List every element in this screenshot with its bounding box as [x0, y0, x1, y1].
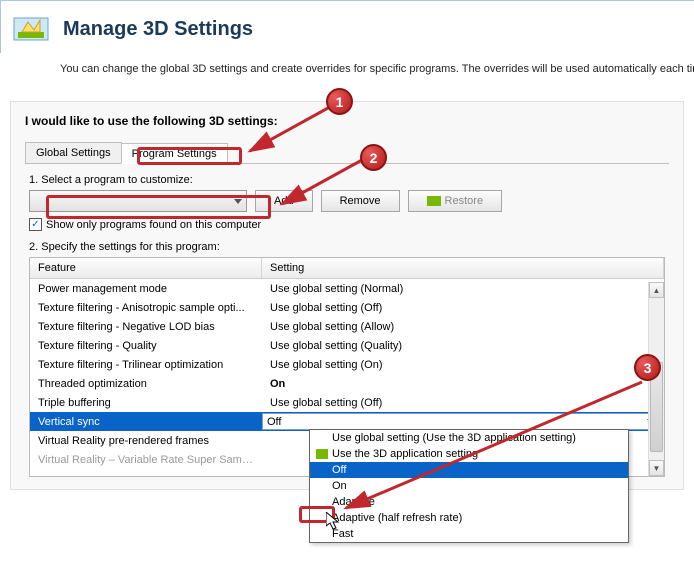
annotation-callout-3: 3	[634, 354, 661, 381]
table-header: Feature Setting	[30, 258, 664, 279]
header-bar: Manage 3D Settings	[0, 0, 694, 53]
nvidia-logo-icon	[316, 449, 328, 459]
step2-label: 2. Specify the settings for this program…	[29, 241, 669, 253]
col-setting[interactable]: Setting	[262, 258, 664, 278]
vertical-sync-dropdown-menu: Use global setting (Use the 3D applicati…	[309, 429, 629, 543]
dropdown-option[interactable]: On	[310, 478, 628, 494]
nvidia-logo-icon	[427, 196, 441, 206]
table-row[interactable]: Triple bufferingUse global setting (Off)	[30, 393, 664, 412]
program-select-dropdown[interactable]	[29, 190, 247, 212]
step1-label: 1. Select a program to customize:	[29, 174, 669, 186]
dropdown-option-highlighted[interactable]: Off	[310, 462, 628, 478]
restore-button[interactable]: Restore	[408, 190, 503, 212]
nvidia-3d-icon	[11, 9, 51, 49]
dropdown-option[interactable]: Adaptive (half refresh rate)	[310, 510, 628, 526]
cursor-icon	[326, 512, 342, 532]
restore-label: Restore	[445, 195, 484, 207]
table-row[interactable]: Texture filtering - QualityUse global se…	[30, 336, 664, 355]
annotation-callout-1: 1	[326, 88, 353, 115]
tab-global-settings[interactable]: Global Settings	[25, 142, 122, 163]
table-row[interactable]: Texture filtering - Anisotropic sample o…	[30, 298, 664, 317]
intro-text: You can change the global 3D settings an…	[0, 53, 694, 79]
setting-dropdown-cell[interactable]: Off	[262, 413, 660, 430]
tab-program-settings[interactable]: Program Settings	[121, 143, 228, 164]
show-only-label: Show only programs found on this compute…	[46, 219, 261, 231]
add-button[interactable]: Add	[255, 190, 313, 212]
settings-table: Feature Setting Power management modeUse…	[29, 257, 665, 477]
table-row[interactable]: Texture filtering - Negative LOD biasUse…	[30, 317, 664, 336]
dropdown-option[interactable]: Use the 3D application setting	[310, 446, 628, 462]
annotation-callout-2: 2	[360, 144, 387, 171]
col-feature[interactable]: Feature	[30, 258, 262, 278]
panel-lead: I would like to use the following 3D set…	[25, 114, 669, 128]
table-row[interactable]: Threaded optimizationOn	[30, 374, 664, 393]
tabs: Global Settings Program Settings	[25, 142, 669, 164]
dropdown-option[interactable]: Adaptive	[310, 494, 628, 510]
dropdown-option[interactable]: Use global setting (Use the 3D applicati…	[310, 430, 628, 446]
table-row[interactable]: Power management modeUse global setting …	[30, 279, 664, 298]
dropdown-option[interactable]: Fast	[310, 526, 628, 542]
show-only-checkbox[interactable]: ✓	[29, 218, 42, 231]
page-title: Manage 3D Settings	[63, 18, 253, 41]
table-row[interactable]: Texture filtering - Trilinear optimizati…	[30, 355, 664, 374]
scroll-up-icon[interactable]: ▲	[649, 282, 664, 298]
remove-button[interactable]: Remove	[321, 190, 400, 212]
scroll-down-icon[interactable]: ▼	[649, 460, 664, 476]
settings-panel: I would like to use the following 3D set…	[10, 101, 684, 490]
